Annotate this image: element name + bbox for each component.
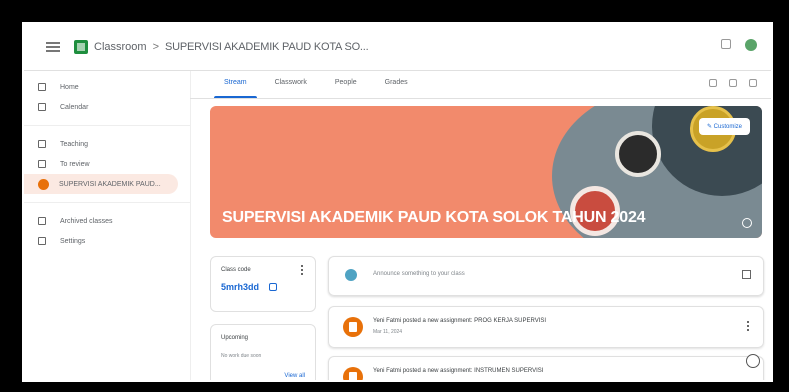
home-icon: [38, 83, 46, 91]
archive-icon: [38, 217, 46, 225]
sidebar-item-label: Calendar: [60, 103, 89, 111]
announce-placeholder[interactable]: Announce something to your class: [373, 271, 465, 277]
post-title[interactable]: Yeni Fatmi posted a new assignment: PROG…: [373, 318, 546, 324]
fullscreen-icon[interactable]: [269, 283, 277, 291]
assignment-icon: [343, 367, 363, 380]
upcoming-title: Upcoming: [221, 335, 249, 341]
sidebar-item-label: Settings: [60, 237, 86, 245]
settings-gear-icon[interactable]: [749, 79, 757, 87]
tab-stream[interactable]: Stream: [210, 71, 261, 99]
upcoming-card: Upcoming No work due soon View all: [210, 324, 316, 380]
tab-classwork[interactable]: Classwork: [261, 71, 321, 97]
sidebar-item-label: Teaching: [60, 140, 89, 148]
top-bar: Classroom > SUPERVISI AKADEMIK PAUD KOTA…: [24, 24, 771, 71]
post-title[interactable]: Yeni Fatmi posted a new assignment: INST…: [373, 368, 543, 374]
sidebar-item-label: SUPERVISI AKADEMIK PAUD...: [59, 180, 161, 188]
class-code-card: Class code 5mrh3dd: [210, 256, 316, 312]
tab-actions: [709, 79, 757, 87]
sidebar-item-archived[interactable]: Archived classes: [24, 211, 190, 231]
stream-post[interactable]: Yeni Fatmi posted a new assignment: PROG…: [328, 306, 764, 348]
post-more-options-icon[interactable]: [747, 321, 751, 331]
sidebar-item-home[interactable]: Home: [24, 77, 190, 97]
upcoming-subtitle: No work due soon: [221, 353, 262, 359]
tab-grades[interactable]: Grades: [371, 71, 422, 97]
account-avatar[interactable]: [745, 39, 757, 51]
announce-box[interactable]: Announce something to your class: [328, 256, 764, 296]
breadcrumb-class-name: SUPERVISI AKADEMIK PAUD KOTA SO...: [165, 41, 369, 53]
class-avatar-icon: [38, 178, 49, 190]
main-menu-icon[interactable]: [46, 42, 60, 52]
drive-folder-icon[interactable]: [729, 79, 737, 87]
tabs-divider: [190, 98, 771, 99]
repost-icon[interactable]: [742, 270, 751, 279]
post-date: Mar 11, 2024: [373, 329, 403, 335]
help-icon[interactable]: [746, 354, 760, 368]
avatar: [345, 269, 357, 281]
sidebar-item-calendar[interactable]: Calendar: [24, 97, 190, 117]
screenshot-frame: Classroom > SUPERVISI AKADEMIK PAUD KOTA…: [0, 0, 789, 392]
class-code-value[interactable]: 5mrh3dd: [221, 282, 259, 292]
sidebar-divider: [24, 125, 190, 126]
tab-people[interactable]: People: [321, 71, 371, 97]
customize-button[interactable]: ✎ Customize: [698, 118, 750, 135]
folder-icon: [38, 160, 46, 168]
sidebar-item-teaching[interactable]: Teaching: [24, 134, 190, 154]
customize-label: Customize: [713, 124, 742, 130]
calendar-icon[interactable]: [709, 79, 717, 87]
class-info-icon[interactable]: [742, 218, 752, 228]
class-title: SUPERVISI AKADEMIK PAUD KOTA SOLOK TAHUN…: [222, 209, 646, 226]
view-all-link[interactable]: View all: [284, 373, 305, 379]
people-icon: [38, 140, 46, 148]
sidebar-item-current-class[interactable]: SUPERVISI AKADEMIK PAUD...: [24, 174, 178, 194]
class-tabs: Stream Classwork People Grades: [210, 71, 422, 99]
class-banner: ✎ Customize SUPERVISI AKADEMIK PAUD KOTA…: [210, 106, 762, 238]
assignment-icon: [343, 317, 363, 337]
gear-icon: [38, 237, 46, 245]
sidebar-item-label: To review: [60, 160, 90, 168]
sidebar: Home Calendar Teaching To review SUPERVI…: [24, 71, 191, 380]
sidebar-item-label: Home: [60, 83, 79, 91]
banner-cup-coffee: [615, 131, 661, 177]
more-options-icon[interactable]: [301, 265, 305, 275]
sidebar-item-to-review[interactable]: To review: [24, 154, 190, 174]
topbar-actions: [721, 39, 757, 51]
breadcrumb-separator: >: [152, 41, 160, 53]
sidebar-divider: [24, 202, 190, 203]
app-window: Classroom > SUPERVISI AKADEMIK PAUD KOTA…: [22, 22, 773, 382]
calendar-icon: [38, 103, 46, 111]
class-code-label: Class code: [221, 267, 251, 273]
stream-post[interactable]: Yeni Fatmi posted a new assignment: INST…: [328, 356, 764, 380]
app-brand[interactable]: Classroom: [94, 41, 147, 53]
sidebar-item-label: Archived classes: [60, 217, 113, 225]
sidebar-item-settings[interactable]: Settings: [24, 231, 190, 251]
classroom-logo-icon[interactable]: [74, 40, 88, 54]
apps-icon[interactable]: [721, 39, 731, 49]
